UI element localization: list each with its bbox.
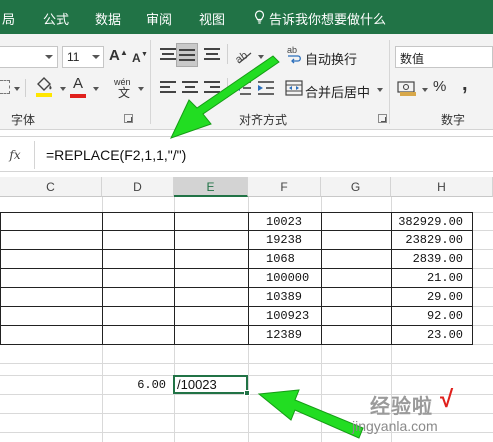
cell-h: 2839.00 (412, 252, 463, 266)
cell-h: 92.00 (426, 309, 463, 323)
font-name-dropdown[interactable] (0, 46, 58, 68)
chevron-down-icon (377, 88, 383, 92)
align-middle-icon (179, 49, 195, 63)
chevron-down-icon (138, 87, 144, 91)
menu-item-review[interactable]: 审阅 (146, 9, 172, 28)
menu-bar: 局 公式 数据 审阅 视图 告诉我你想要做什么 (0, 0, 493, 34)
insert-function-button[interactable]: fx (4, 145, 26, 165)
number-format-value: 数值 (400, 52, 425, 66)
fill-color-icon[interactable] (34, 76, 54, 98)
divider (25, 79, 26, 97)
column-header-c[interactable]: C (0, 177, 102, 197)
cell-f: 10389 (266, 290, 303, 304)
shrink-font-icon[interactable]: A (132, 50, 141, 66)
watermark-text: 经验啦 (370, 396, 433, 418)
column-header-g[interactable]: G (321, 177, 391, 197)
svg-text:ab: ab (287, 45, 297, 55)
align-right-icon[interactable] (204, 81, 220, 95)
ribbon-separator (150, 40, 151, 124)
align-bottom-icon[interactable] (204, 48, 220, 62)
menu-item-formulas[interactable]: 公式 (43, 9, 69, 28)
font-dialog-launcher-icon[interactable] (124, 114, 133, 123)
percent-style-button[interactable]: % (433, 79, 446, 95)
divider (227, 78, 228, 98)
table-border-horizontal (0, 344, 473, 345)
font-group-label: 字体 (11, 113, 36, 127)
ribbon-separator (389, 40, 390, 124)
column-header-e[interactable]: E (174, 177, 248, 197)
column-header-f[interactable]: F (248, 177, 321, 197)
align-top-icon[interactable] (160, 48, 176, 62)
formula-bar: fx =REPLACE(F2,1,1,"/") (0, 136, 493, 172)
chevron-down-icon (60, 87, 66, 91)
font-size-value: 11 (67, 50, 80, 64)
annotation-arrow-lower (257, 389, 364, 439)
cell-h: 29.00 (426, 290, 463, 304)
align-center-icon[interactable] (182, 81, 198, 95)
cell-h: 21.00 (426, 271, 463, 285)
merge-center-icon (285, 80, 303, 96)
borders-icon[interactable] (0, 80, 10, 94)
watermark-url: jingyanla.com (352, 418, 438, 434)
alignment-dialog-launcher-icon[interactable] (378, 114, 387, 123)
chevron-down-icon (14, 87, 20, 91)
caret-down-icon: ▼ (141, 51, 148, 58)
formula-input[interactable]: =REPLACE(F2,1,1,"/") (46, 147, 186, 163)
cell-h: 23829.00 (405, 233, 463, 247)
column-header-d[interactable]: D (102, 177, 174, 197)
caret-up-icon: ▲ (120, 48, 128, 57)
font-color-icon[interactable]: A (73, 76, 83, 92)
font-size-dropdown[interactable]: 11 (62, 46, 104, 68)
divider (34, 141, 35, 169)
cell-d-result: 6.00 (137, 378, 166, 392)
chevron-down-icon (422, 88, 428, 92)
comma-style-button[interactable]: , (462, 74, 468, 94)
align-middle-button[interactable] (176, 43, 198, 67)
align-left-icon[interactable] (160, 81, 176, 95)
cell-f: 12389 (266, 328, 303, 342)
cell-f: 10023 (266, 215, 303, 229)
menu-item-data[interactable]: 数据 (95, 9, 121, 28)
tell-me-search[interactable]: 告诉我你想要做什么 (269, 9, 386, 28)
orientation-icon[interactable]: ab (233, 45, 253, 65)
decrease-indent-icon[interactable] (234, 80, 252, 96)
fill-handle[interactable] (244, 390, 250, 396)
wrap-text-icon: ab (287, 45, 301, 64)
chevron-down-icon (45, 55, 53, 59)
cell-f: 100923 (266, 309, 310, 323)
gridline-horizontal (0, 363, 493, 364)
number-group-label: 数字 (441, 113, 466, 127)
chevron-down-icon (92, 55, 100, 59)
cell-h: 382929.00 (398, 215, 463, 229)
increase-indent-icon[interactable] (257, 80, 275, 96)
grow-font-icon[interactable]: A (109, 48, 120, 64)
number-format-dropdown[interactable]: 数值 (395, 46, 493, 68)
accounting-format-icon[interactable] (397, 78, 417, 98)
merge-center-button[interactable]: 合并后居中 (305, 82, 370, 101)
font-color-swatch (70, 94, 86, 98)
divider (227, 44, 228, 64)
cell-f: 1068 (266, 252, 295, 266)
ribbon: 11 A ▲ A ▼ A wén 文 字体 ab ab 自动换行 合并后居中 对… (0, 34, 493, 130)
chevron-down-icon (93, 87, 99, 91)
menu-item-view[interactable]: 视图 (199, 9, 225, 28)
phonetic-char-icon: 文 (118, 86, 131, 100)
active-cell-e[interactable] (173, 375, 250, 396)
wrap-text-button[interactable]: 自动换行 (305, 49, 357, 68)
svg-text:ab: ab (233, 49, 250, 65)
column-header-h[interactable]: H (391, 177, 493, 197)
cell-f: 19238 (266, 233, 303, 247)
chevron-down-icon (258, 55, 264, 59)
menu-item-layout[interactable]: 局 (2, 9, 15, 28)
lightbulb-icon (254, 10, 265, 24)
cell-h: 23.00 (426, 328, 463, 342)
cell-f: 100000 (266, 271, 310, 285)
watermark-check-icon: √ (440, 386, 454, 413)
alignment-group-label: 对齐方式 (239, 113, 288, 127)
